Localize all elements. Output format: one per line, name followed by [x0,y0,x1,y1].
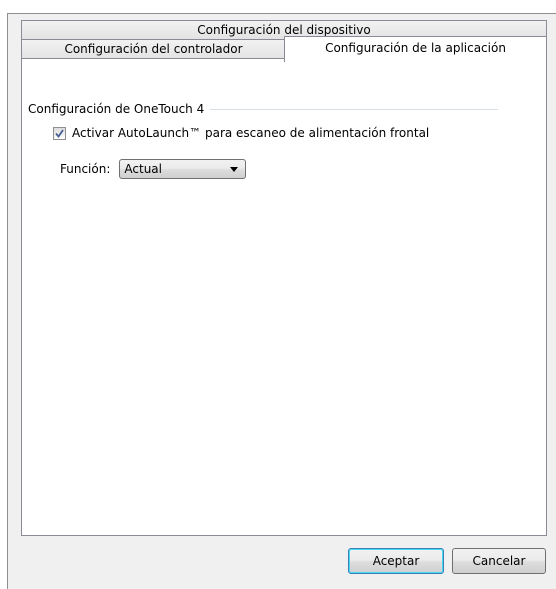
group-divider [210,108,498,110]
checkmark-icon [55,128,64,138]
funcion-dropdown[interactable]: Actual [119,159,247,179]
autolaunch-checkbox[interactable] [53,126,66,140]
onetouch-group-header: Configuración de OneTouch 4 [28,102,498,116]
ok-button[interactable]: Aceptar [348,548,444,574]
autolaunch-option[interactable]: Activar AutoLaunch™ para escaneo de alim… [53,125,429,141]
tab-application-settings[interactable]: Configuración de la aplicación [284,36,547,62]
group-title: Configuración de OneTouch 4 [28,102,211,116]
cancel-button[interactable]: Cancelar [452,548,546,574]
tab-driver-settings[interactable]: Configuración del controlador [21,39,285,59]
autolaunch-label: Activar AutoLaunch™ para escaneo de alim… [72,126,430,140]
chevron-down-icon [230,166,239,172]
funcion-row: Función: Actual [60,159,247,179]
funcion-selected-value: Actual [124,162,162,176]
funcion-label: Función: [60,162,111,176]
